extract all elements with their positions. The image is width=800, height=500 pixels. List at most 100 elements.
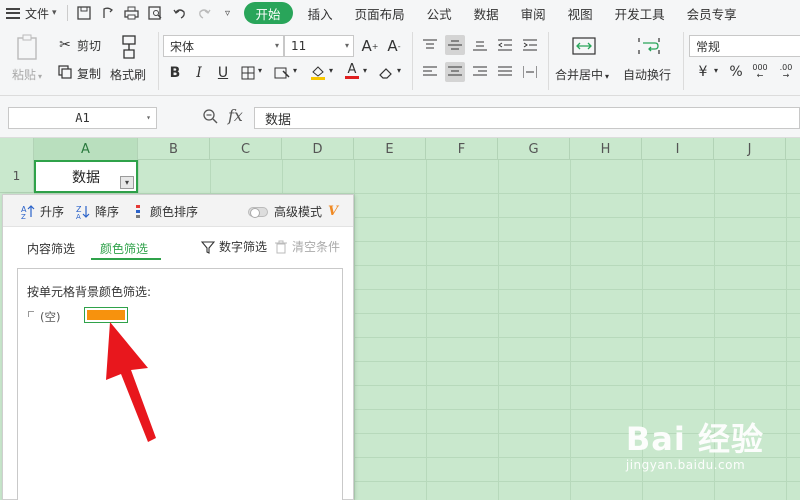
paste-button[interactable]: 粘贴 ▾ [12,66,42,83]
tab-developer[interactable]: 开发工具 [604,2,676,24]
tab-data[interactable]: 数据 [463,2,510,24]
color-sort-button[interactable]: 颜色排序 [134,203,198,220]
decrease-font-icon[interactable]: A- [384,36,404,56]
advanced-mode-label: 高级模式 [274,205,323,219]
empty-option-label: (空) [40,310,61,324]
sort-descending-button[interactable]: ZA 降序 [76,203,119,220]
chevron-down-icon[interactable]: ▾ [293,66,297,75]
export-icon[interactable] [96,0,120,26]
chevron-down-icon[interactable]: ▾ [363,66,367,75]
column-header-f[interactable]: F [426,138,498,160]
align-top-icon[interactable] [420,35,440,55]
cell-a1[interactable]: 数据 ▾ [34,160,138,193]
bold-icon[interactable]: B [165,63,185,83]
column-header-a[interactable]: A [34,138,138,160]
font-name-select[interactable]: 宋体 ▾ [163,35,284,57]
indent-decrease-icon[interactable] [495,35,515,55]
vip-icon: V [328,204,339,219]
column-header-d[interactable]: D [282,138,354,160]
sort-ascending-button[interactable]: AZ 升序 [21,203,64,220]
merge-center-icon[interactable] [572,36,596,59]
tab-review[interactable]: 审阅 [510,2,557,24]
toggle-switch[interactable] [248,206,268,218]
italic-icon[interactable]: I [189,63,209,83]
undo-icon[interactable] [168,0,192,26]
tab-view[interactable]: 视图 [557,2,604,24]
format-painter-button[interactable]: 格式刷 [110,66,146,83]
wrap-text-button[interactable]: 自动换行 [623,66,671,83]
name-box[interactable]: A1 ▾ [8,107,157,129]
indent-increase-icon[interactable] [520,35,540,55]
row-header-1[interactable]: 1 [0,160,34,193]
column-header-c[interactable]: C [210,138,282,160]
font-size-select[interactable]: 11 ▾ [284,35,354,57]
grid-line [498,160,499,500]
column-header-g[interactable]: G [498,138,570,160]
clear-condition-label: 清空条件 [292,240,341,254]
cut-button[interactable]: 剪切 [77,37,101,54]
chevron-down-icon[interactable]: ▾ [397,66,401,75]
save-icon[interactable] [72,0,96,26]
formula-input[interactable]: 数据 [254,107,800,129]
copy-button[interactable]: 复制 [77,65,101,82]
zoom-icon[interactable] [202,108,218,127]
chevron-down-icon[interactable]: ▾ [329,66,333,75]
eraser-icon[interactable] [376,63,396,83]
swatch-fill [87,310,125,320]
quick-access-more-icon[interactable]: ▿ [216,0,240,26]
align-left-icon[interactable] [420,62,440,82]
chevron-down-icon[interactable]: ▾ [714,66,718,75]
align-middle-icon[interactable] [445,35,465,55]
print-preview-icon[interactable] [144,0,168,26]
increase-font-icon[interactable]: A + [360,36,380,56]
align-center-icon[interactable] [445,62,465,82]
increase-decimal-icon[interactable]: 000 ← [750,62,770,82]
select-all-corner[interactable] [0,138,34,160]
wrap-text-icon[interactable] [637,36,661,59]
print-icon[interactable] [120,0,144,26]
tab-member[interactable]: 会员专享 [676,2,748,24]
column-header-i[interactable]: I [642,138,714,160]
watermark-main: Bai 经验 [625,420,764,458]
border-icon[interactable] [238,63,258,83]
currency-icon[interactable]: ¥ [693,62,713,82]
tab-insert[interactable]: 插入 [297,2,344,24]
svg-text:Z: Z [21,213,26,219]
tab-content-filter[interactable]: 内容筛选 [27,240,75,257]
file-menu[interactable]: 文件 ▾ [0,0,63,26]
tab-page-layout[interactable]: 页面布局 [344,2,416,24]
number-filter-button[interactable]: 数字筛选 [201,238,267,255]
number-format-select[interactable]: 常规 [689,35,800,57]
font-color-icon[interactable]: A [342,61,362,81]
redo-icon[interactable] [192,0,216,26]
chevron-down-icon[interactable]: ▾ [258,66,262,75]
align-bottom-icon[interactable] [470,35,490,55]
column-header-j[interactable]: J [714,138,786,160]
divider [158,32,159,90]
paste-icon[interactable] [16,34,38,63]
column-header-e[interactable]: E [354,138,426,160]
empty-option[interactable]: (空) [28,309,60,325]
scissors-icon[interactable]: ✂ [55,35,75,55]
align-right-icon[interactable] [470,62,490,82]
filter-dropdown-button[interactable]: ▾ [120,176,134,189]
percent-icon[interactable]: % [726,62,746,82]
cell-style-icon[interactable] [272,63,292,83]
column-header-b[interactable]: B [138,138,210,160]
underline-icon[interactable]: U [213,63,233,83]
tab-formulas[interactable]: 公式 [416,2,463,24]
distributed-icon[interactable] [520,62,540,82]
name-box-value: A1 [75,111,90,125]
tab-home[interactable]: 开始 [243,2,293,24]
merge-center-button[interactable]: 合并居中 ▾ [555,66,609,83]
copy-icon[interactable] [55,62,75,82]
justify-icon[interactable] [495,62,515,82]
fill-color-icon[interactable] [308,62,328,82]
tab-color-filter[interactable]: 颜色筛选 [100,240,148,257]
column-header-h[interactable]: H [570,138,642,160]
fx-icon[interactable]: fx [228,106,243,125]
decrease-decimal-icon[interactable]: .00 → [776,62,796,82]
advanced-mode-toggle[interactable]: 高级模式 V [248,203,338,220]
format-painter-icon[interactable] [118,34,140,63]
clear-condition-button[interactable]: 清空条件 [275,238,340,255]
